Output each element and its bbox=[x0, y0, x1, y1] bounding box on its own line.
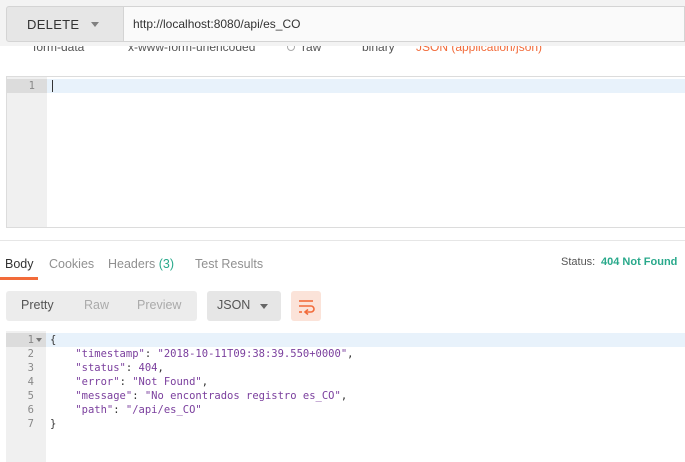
json-key: "status" bbox=[75, 362, 126, 374]
active-tab-indicator bbox=[0, 277, 38, 280]
raw-button[interactable]: Raw bbox=[84, 298, 109, 312]
json-value: "Not Found" bbox=[132, 376, 202, 388]
editor-gutter bbox=[7, 77, 47, 227]
text-cursor bbox=[52, 80, 53, 92]
request-body-editor[interactable]: 1 bbox=[6, 76, 685, 228]
line-number: 1 bbox=[28, 80, 35, 92]
chevron-down-icon bbox=[260, 304, 268, 309]
method-select[interactable]: DELETE bbox=[6, 6, 124, 42]
code-line: } bbox=[50, 418, 56, 430]
tab-cookies[interactable]: Cookies bbox=[49, 257, 94, 271]
code-line: "path": "/api/es_CO" bbox=[75, 404, 202, 416]
json-brace: { bbox=[50, 334, 57, 346]
line-number: 7 bbox=[27, 418, 34, 430]
json-key: "timestamp" bbox=[75, 348, 145, 360]
line-number: 5 bbox=[27, 390, 34, 402]
code-line: "message": "No encontrados registro es_C… bbox=[75, 390, 348, 402]
tab-test-results[interactable]: Test Results bbox=[195, 257, 263, 271]
preview-button[interactable]: Preview bbox=[137, 298, 181, 312]
tab-headers-label: Headers bbox=[108, 257, 156, 271]
json-key: "error" bbox=[75, 376, 120, 388]
chevron-down-icon bbox=[91, 22, 99, 27]
status-value: 404 Not Found bbox=[601, 256, 678, 268]
view-mode-toggle: Pretty Raw Preview bbox=[6, 291, 197, 321]
code-line: "error": "Not Found", bbox=[75, 376, 209, 388]
body-type-selector: form-data x-www-form-urlencoded raw bina… bbox=[0, 46, 685, 62]
body-type-json[interactable]: JSON (application/json) bbox=[416, 46, 542, 54]
body-type-form-data[interactable]: form-data bbox=[33, 46, 84, 54]
json-value: "/api/es_CO" bbox=[125, 404, 202, 416]
code-line: "timestamp": "2018-10-11T09:38:39.550+00… bbox=[75, 348, 354, 360]
request-bar: DELETE bbox=[0, 0, 685, 46]
url-input[interactable] bbox=[124, 6, 685, 42]
line-number: 3 bbox=[27, 362, 34, 374]
body-type-binary[interactable]: binary bbox=[362, 46, 395, 54]
line-number: 2 bbox=[27, 348, 34, 360]
line-number: 1 bbox=[27, 334, 34, 346]
fold-arrow-icon[interactable] bbox=[36, 338, 42, 342]
status-label: Status: bbox=[561, 256, 596, 268]
code-line: { bbox=[50, 334, 56, 346]
active-line bbox=[7, 79, 685, 93]
method-label: DELETE bbox=[27, 16, 80, 32]
response-body-editor[interactable]: 1 2 3 4 5 6 7 { "timestamp": "2018-10-11… bbox=[6, 331, 685, 462]
json-key: "path" bbox=[75, 404, 114, 416]
body-type-urlencoded[interactable]: x-www-form-urlencoded bbox=[128, 46, 255, 54]
response-tabs: Body Cookies Headers (3) Test Results St… bbox=[0, 240, 685, 280]
active-line bbox=[6, 333, 685, 347]
json-brace: } bbox=[50, 418, 57, 430]
line-number: 4 bbox=[27, 376, 34, 388]
wrap-lines-icon bbox=[299, 300, 315, 316]
json-key: "message" bbox=[75, 390, 133, 402]
pretty-button[interactable]: Pretty bbox=[21, 298, 54, 312]
tab-body[interactable]: Body bbox=[5, 257, 34, 271]
json-value: 404 bbox=[138, 362, 158, 374]
tab-headers[interactable]: Headers (3) bbox=[108, 257, 174, 271]
format-label: JSON bbox=[217, 298, 251, 312]
json-value: "No encontrados registro es_CO" bbox=[144, 390, 341, 402]
code-line: "status": 404, bbox=[75, 362, 164, 374]
format-select[interactable]: JSON bbox=[207, 291, 281, 321]
json-value: "2018-10-11T09:38:39.550+0000" bbox=[157, 348, 348, 360]
wrap-lines-button[interactable] bbox=[291, 291, 321, 321]
radio-icon[interactable] bbox=[287, 46, 295, 51]
body-type-raw[interactable]: raw bbox=[302, 46, 321, 54]
headers-count-badge: (3) bbox=[158, 257, 175, 271]
line-number: 6 bbox=[27, 404, 34, 416]
